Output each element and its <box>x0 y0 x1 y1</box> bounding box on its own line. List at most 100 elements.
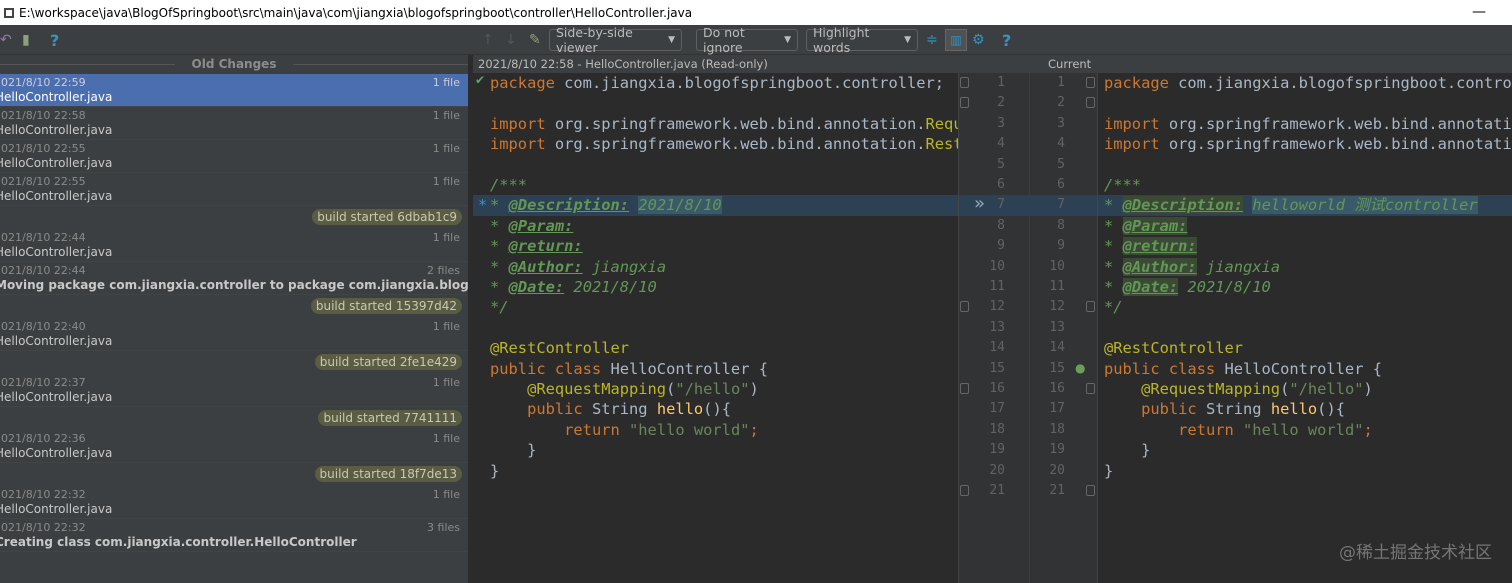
history-item-file-count: 1 file <box>432 432 460 445</box>
history-item[interactable]: 2021/8/10 22:44 2 filesMoving package com… <box>0 262 468 295</box>
left-line-number: 17 <box>989 401 1005 417</box>
next-difference-icon[interactable]: ↓ <box>505 25 517 55</box>
fold-marker-icon[interactable] <box>960 485 969 496</box>
code-line: } <box>473 440 958 460</box>
history-item-name: Creating class com.jiangxia.controller.H… <box>0 535 357 549</box>
left-line-number: 16 <box>989 381 1005 396</box>
code-token: import <box>490 114 546 133</box>
build-badge: build started 7741111 <box>318 410 462 426</box>
right-line-number: 16 <box>1049 381 1065 396</box>
history-item[interactable]: 2021/8/10 22:55 1 file HelloController.jav… <box>0 140 468 173</box>
left-line-number: 21 <box>989 483 1005 498</box>
fold-marker-icon[interactable] <box>960 383 969 394</box>
right-code-pane[interactable]: package com.jiangxia.blogofspringboot.co… <box>1098 73 1512 583</box>
gutter-divider <box>1029 73 1030 583</box>
fold-marker-icon[interactable] <box>960 301 969 313</box>
history-item[interactable]: 2021/8/10 22:32 3 files Creating class com… <box>0 519 468 552</box>
code-token: hello <box>656 400 704 419</box>
code-token: helloworld 测试controller <box>1252 196 1478 215</box>
history-item[interactable]: 2021/8/10 22:40 1 file HelloController.jav… <box>0 318 468 351</box>
history-item[interactable]: 2021/8/10 22:58 1 file HelloController.jav… <box>0 107 468 140</box>
history-item[interactable]: 2021/8/10 22:44 1 file HelloController.jav… <box>0 229 468 262</box>
code-token: } <box>490 461 500 480</box>
history-item-name: HelloController.java <box>0 156 113 170</box>
code-line: } <box>1098 461 1512 481</box>
code-line: * @Description: 2021/8/10 <box>473 195 958 216</box>
code-token: * <box>1104 237 1123 256</box>
code-token: org.springframework.web.bind.annotation. <box>1159 135 1512 154</box>
ignore-dropdown-label: Do not ignore <box>703 25 745 55</box>
code-token: "/hello" <box>1289 380 1364 398</box>
code-line: @RestController <box>1098 338 1512 358</box>
code-token: jiangxia <box>1196 257 1281 276</box>
code-line: /*** <box>473 175 958 195</box>
history-item[interactable]: 2021/8/10 22:36 1 file HelloController.jav… <box>0 430 468 463</box>
code-line: } <box>473 461 958 481</box>
history-item-file-count: 1 file <box>432 231 460 244</box>
left-line-number: 5 <box>997 156 1005 172</box>
fold-marker-icon[interactable] <box>1086 301 1095 313</box>
fold-marker-icon[interactable] <box>960 77 969 88</box>
help-icon[interactable]: ? <box>50 25 59 55</box>
history-item-file-count: 2 files <box>427 264 460 277</box>
history-item-name: HelloController.java <box>0 245 113 259</box>
history-item-file-count: 1 file <box>432 175 460 188</box>
history-item-file-count: 1 file <box>432 320 460 333</box>
build-marker-row: build started 6dbab1c9 <box>0 206 468 229</box>
left-line-number: 11 <box>989 279 1005 294</box>
code-token: * <box>1104 257 1123 276</box>
left-line-number: 6 <box>997 177 1005 192</box>
previous-difference-icon[interactable]: ↑ <box>482 25 494 55</box>
fold-marker-icon[interactable] <box>1086 383 1095 394</box>
right-line-number: 5 <box>1057 156 1065 172</box>
code-line: * @Param: <box>1098 216 1512 236</box>
left-code-pane[interactable]: ✔ package com.jiangxia.blogofspringboot.… <box>473 73 958 583</box>
file-icon[interactable]: ▮ <box>22 25 30 55</box>
undo-icon[interactable]: ↶ <box>0 25 12 55</box>
code-token: com.jiangxia.blogofspringboot.controller… <box>554 74 945 92</box>
code-line: public String hello(){ <box>1098 399 1512 419</box>
history-item-name: HelloController.java <box>0 390 113 404</box>
code-token: HelloController { <box>1224 359 1382 378</box>
watermark: @稀土掘金技术社区 <box>1339 543 1492 563</box>
fold-marker-icon[interactable] <box>1086 485 1095 496</box>
minimize-button[interactable]: — <box>1472 4 1486 20</box>
code-token: * <box>490 196 509 215</box>
left-line-number: 18 <box>989 421 1005 437</box>
collapse-unchanged-icon[interactable]: ≑ <box>926 25 938 55</box>
code-token: } <box>1104 441 1151 460</box>
code-token: String <box>1205 400 1271 419</box>
spring-bean-icon[interactable]: ● <box>1075 361 1085 375</box>
history-item-date: 2021/8/10 22:32 <box>0 521 86 534</box>
help-icon[interactable]: ? <box>1002 25 1011 55</box>
code-token: RequestMapping; <box>925 114 958 133</box>
code-line: */ <box>1098 297 1512 317</box>
toolbar: ↶ ▮ ? ↑ ↓ ✎ Side-by-side viewer ▼ Do not … <box>0 25 1512 55</box>
fold-marker-icon[interactable] <box>960 97 969 109</box>
right-line-number: 21 <box>1049 483 1065 498</box>
code-line: @RestController <box>473 338 958 358</box>
history-item-date: 2021/8/10 22:37 <box>0 376 86 389</box>
fold-marker-icon[interactable] <box>1086 77 1095 88</box>
code-line: * @Date: 2021/8/10 <box>473 277 958 297</box>
history-item-file-count: 1 file <box>432 142 460 155</box>
left-line-number: 12 <box>989 299 1005 315</box>
history-item[interactable]: 2021/8/10 22:32 1 file HelloController.jav… <box>0 486 468 519</box>
right-line-number: 15 <box>1049 360 1065 376</box>
fold-marker-icon[interactable] <box>1086 97 1095 109</box>
viewer-dropdown[interactable]: Side-by-side viewer ▼ <box>549 25 682 55</box>
history-item[interactable]: 2021/8/10 22:59 1 file HelloController.jav… <box>0 74 468 107</box>
history-item[interactable]: 2021/8/10 22:37 1 file HelloController.jav… <box>0 374 468 407</box>
code-token: /*** <box>1104 176 1142 194</box>
gear-icon[interactable]: ⚙ <box>972 25 985 55</box>
code-token: @RequestMapping <box>527 380 667 398</box>
highlight-dropdown[interactable]: Highlight words ▼ <box>806 25 918 55</box>
ignore-dropdown[interactable]: Do not ignore ▼ <box>696 25 798 55</box>
code-token: @RestController <box>490 339 629 358</box>
history-item-name: HelloController.java <box>0 189 113 203</box>
history-item[interactable]: 2021/8/10 22:55 1 file HelloController.jav… <box>0 173 468 206</box>
sync-scroll-toggle-icon[interactable]: ▥ <box>945 29 967 51</box>
edit-source-icon[interactable]: ✎ <box>529 25 541 55</box>
